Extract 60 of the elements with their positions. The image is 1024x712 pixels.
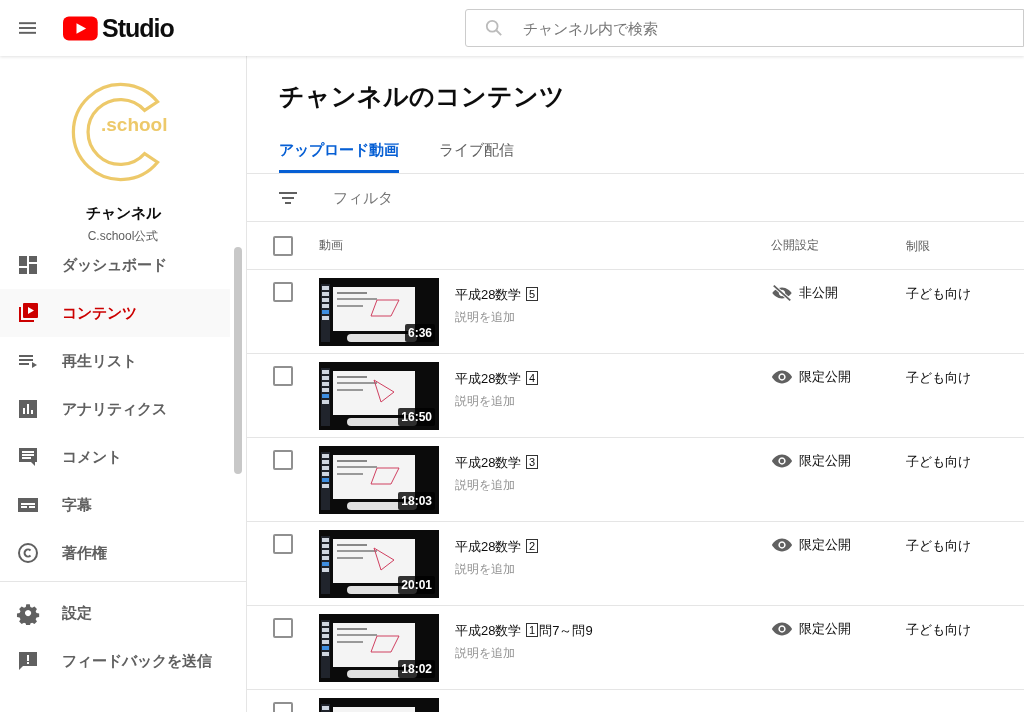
description-link[interactable]: 説明を追加	[455, 393, 540, 410]
nav-item[interactable]: 設定	[0, 589, 230, 637]
restriction-text: 子ども向け	[906, 370, 971, 385]
nav-item[interactable]: 著作権	[0, 529, 230, 577]
description-link[interactable]: 説明を追加	[455, 309, 540, 326]
duration-badge: 16:50	[398, 408, 435, 426]
search-field[interactable]: チャンネル内で検索	[464, 9, 1024, 47]
content-icon	[16, 301, 40, 325]
menu-icon[interactable]	[19, 22, 37, 34]
video-title[interactable]: 平成28数学 5	[455, 286, 540, 304]
analytics-icon	[16, 397, 40, 421]
nav-item[interactable]: コメント	[0, 433, 230, 481]
restriction-text: 子ども向け	[906, 454, 971, 469]
description-link[interactable]: 説明を追加	[455, 477, 540, 494]
nav-item[interactable]: コンテンツ	[0, 289, 230, 337]
feedback-icon	[16, 649, 40, 673]
video-title[interactable]: 平成28数学 3	[455, 454, 540, 472]
nav-item[interactable]: 再生リスト	[0, 337, 230, 385]
duration-badge: 18:03	[398, 492, 435, 510]
row-checkbox[interactable]	[273, 366, 293, 386]
column-header[interactable]: 公開設定	[771, 237, 819, 254]
channel-name: チャンネル	[85, 204, 161, 223]
visibility-text: 限定公開	[799, 452, 851, 470]
column-header[interactable]: 制限	[906, 239, 930, 253]
visibility-text: 限定公開	[799, 536, 851, 554]
nav-item[interactable]: フィードバックを送信	[0, 637, 230, 685]
row-checkbox[interactable]	[273, 450, 293, 470]
copyright-icon	[16, 541, 40, 565]
play-logo-icon[interactable]	[63, 15, 99, 41]
column-header[interactable]: 動画	[319, 237, 343, 254]
video-title[interactable]: 平成28数学 2	[455, 538, 540, 556]
scrollbar[interactable]	[234, 247, 242, 474]
select-all-checkbox[interactable]	[273, 235, 293, 256]
page-title: チャンネルのコンテンツ	[279, 81, 566, 112]
video-title[interactable]: 平成28数学 4	[455, 370, 540, 388]
settings-icon	[16, 601, 40, 625]
row-checkbox[interactable]	[273, 534, 293, 554]
duration-badge: 6:36	[404, 324, 435, 342]
tab[interactable]: ライブ配信	[439, 127, 514, 173]
restriction-text: 子ども向け	[906, 622, 971, 637]
tab[interactable]: アップロード動画	[279, 127, 399, 173]
visibility-text: 非公開	[799, 284, 838, 302]
nav-item[interactable]: 字幕	[0, 481, 230, 529]
logo-text: Studio	[102, 13, 174, 43]
duration-badge: 20:01	[398, 576, 435, 594]
video-title[interactable]: 平成28数学 1 問7～問9	[455, 622, 593, 640]
search-icon	[484, 19, 503, 37]
dashboard-icon	[16, 253, 40, 277]
restriction-text: 子ども向け	[906, 538, 971, 553]
row-checkbox[interactable]	[273, 282, 293, 302]
logo-text: .school	[101, 114, 168, 136]
visibility-text: 限定公開	[799, 620, 851, 638]
duration-badge: 18:02	[398, 660, 435, 678]
restriction-text: 子ども向け	[906, 286, 971, 301]
description-link[interactable]: 説明を追加	[455, 561, 540, 578]
nav-item[interactable]: アナリティクス	[0, 385, 230, 433]
row-checkbox[interactable]	[273, 618, 293, 638]
filter-icon[interactable]	[279, 191, 297, 204]
description-link[interactable]: 説明を追加	[455, 645, 593, 662]
visibility-text: 限定公開	[799, 368, 851, 386]
